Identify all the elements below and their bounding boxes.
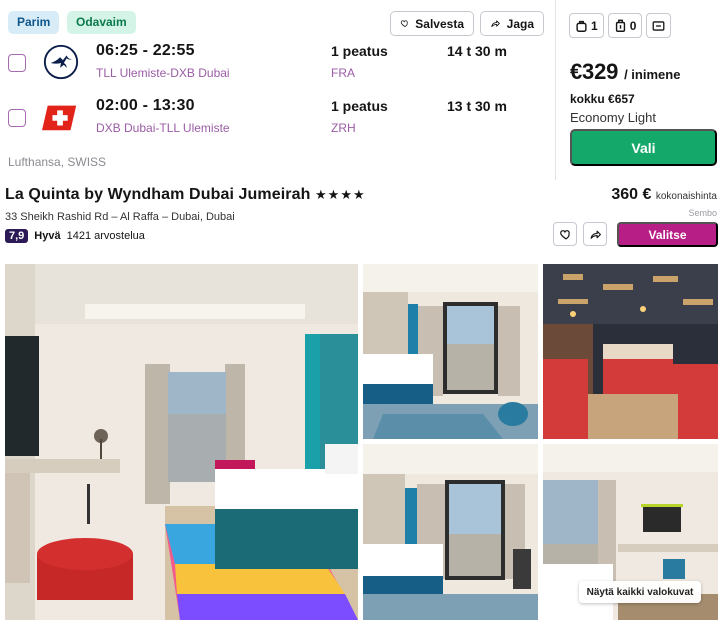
- flight-result-card[interactable]: Parim Odavaim Salvesta Jaga 06:25 - 22:5…: [0, 0, 725, 180]
- hotel-price-amount: 360 €: [611, 186, 652, 203]
- leg-checkbox[interactable]: [8, 54, 26, 72]
- price-per-label: / inimene: [624, 67, 681, 82]
- hotel-photo-5[interactable]: Näytä kaikki valokuvat: [543, 444, 718, 620]
- lufthansa-crane-logo: [43, 44, 79, 80]
- hotel-rating: 7,9 Hyvä 1421 arvostelua: [5, 229, 145, 243]
- hotel-price-note: kokonaishinta: [655, 191, 717, 202]
- carry-on-badge[interactable]: 0: [607, 13, 643, 38]
- share-arrow-icon: [590, 230, 601, 239]
- hotel-price: 360 € kokonaishinta: [611, 186, 717, 204]
- price-provider: Sembo: [688, 208, 717, 218]
- rating-word: Hyvä: [34, 230, 61, 242]
- price-per-person: €329 / inimene: [570, 59, 680, 85]
- hotel-title[interactable]: La Quinta by Wyndham Dubai Jumeirah ★★★★: [5, 186, 366, 204]
- hotel-photo-main[interactable]: [5, 264, 358, 620]
- carry-on-bag-icon: [615, 19, 625, 32]
- carry-on-count: 0: [629, 18, 637, 33]
- hotel-favorite-button[interactable]: [553, 222, 577, 246]
- outbound-leg: 06:25 - 22:55 TLL Ulemiste-DXB Dubai 1 p…: [0, 38, 556, 90]
- rating-badge: 7,9: [5, 229, 29, 243]
- hotel-name: La Quinta by Wyndham Dubai Jumeirah: [5, 186, 311, 203]
- hotel-photo-4[interactable]: [363, 444, 538, 620]
- leg-via: FRA: [331, 66, 355, 80]
- hotel-photo-2[interactable]: [363, 264, 538, 439]
- view-all-photos-button[interactable]: Näytä kaikki valokuvat: [579, 581, 701, 603]
- leg-times: 06:25 - 22:55: [96, 42, 195, 59]
- leg-duration: 13 t 30 m: [447, 98, 507, 114]
- hotel-stars: ★★★★: [315, 187, 366, 202]
- share-label: Jaga: [506, 16, 534, 31]
- heart-icon: [559, 229, 570, 240]
- save-button[interactable]: Salvesta: [390, 11, 474, 36]
- hotel-share-button[interactable]: [583, 222, 607, 246]
- leg-checkbox[interactable]: [8, 109, 26, 127]
- leg-stops: 1 peatus: [331, 43, 388, 59]
- baggage-info: 1 0: [569, 13, 672, 38]
- choose-hotel-button[interactable]: Valitse: [617, 222, 718, 247]
- cheapest-tag: Odavaim: [67, 11, 136, 34]
- twin-room-photo: [363, 444, 538, 620]
- personal-item-badge[interactable]: 1: [569, 13, 604, 38]
- checked-bag-badge[interactable]: [646, 13, 672, 38]
- price-amount: €329: [570, 59, 619, 84]
- flight-price-panel: 1 0 €329 / inimene kokku €657 Economy Li…: [566, 0, 725, 180]
- select-flight-button[interactable]: Vali: [570, 129, 717, 166]
- leg-times: 02:00 - 13:30: [96, 97, 195, 114]
- share-arrow-icon: [491, 20, 500, 28]
- review-count: 1421 arvostelua: [66, 230, 145, 242]
- personal-item-count: 1: [591, 18, 598, 33]
- leg-stops: 1 peatus: [331, 98, 388, 114]
- restaurant-photo: [543, 264, 718, 439]
- hotel-address: 33 Sheikh Rashid Rd – Al Raffa – Dubai, …: [5, 211, 235, 223]
- best-tag: Parim: [8, 11, 60, 34]
- personal-bag-icon: [576, 20, 587, 32]
- checked-bag-icon: [652, 20, 665, 31]
- bedroom-photo: [5, 264, 358, 620]
- flight-itinerary: Parim Odavaim Salvesta Jaga 06:25 - 22:5…: [0, 0, 556, 180]
- share-button[interactable]: Jaga: [480, 11, 544, 36]
- save-label: Salvesta: [415, 16, 464, 31]
- hotel-photo-3[interactable]: [543, 264, 718, 439]
- return-leg: 02:00 - 13:30 DXB Dubai-TLL Ulemiste 1 p…: [0, 93, 556, 145]
- leg-route: TLL Ulemiste-DXB Dubai: [96, 66, 230, 80]
- heart-icon: [400, 20, 408, 28]
- swiss-cross-logo: [42, 105, 77, 131]
- bedroom-balcony-photo: [363, 264, 538, 439]
- leg-route: DXB Dubai-TLL Ulemiste: [96, 121, 230, 135]
- price-total: kokku €657: [570, 92, 635, 106]
- leg-via: ZRH: [331, 121, 356, 135]
- airlines-text: Lufthansa, SWISS: [8, 155, 107, 169]
- fare-class: Economy Light: [570, 110, 656, 125]
- leg-duration: 14 t 30 m: [447, 43, 507, 59]
